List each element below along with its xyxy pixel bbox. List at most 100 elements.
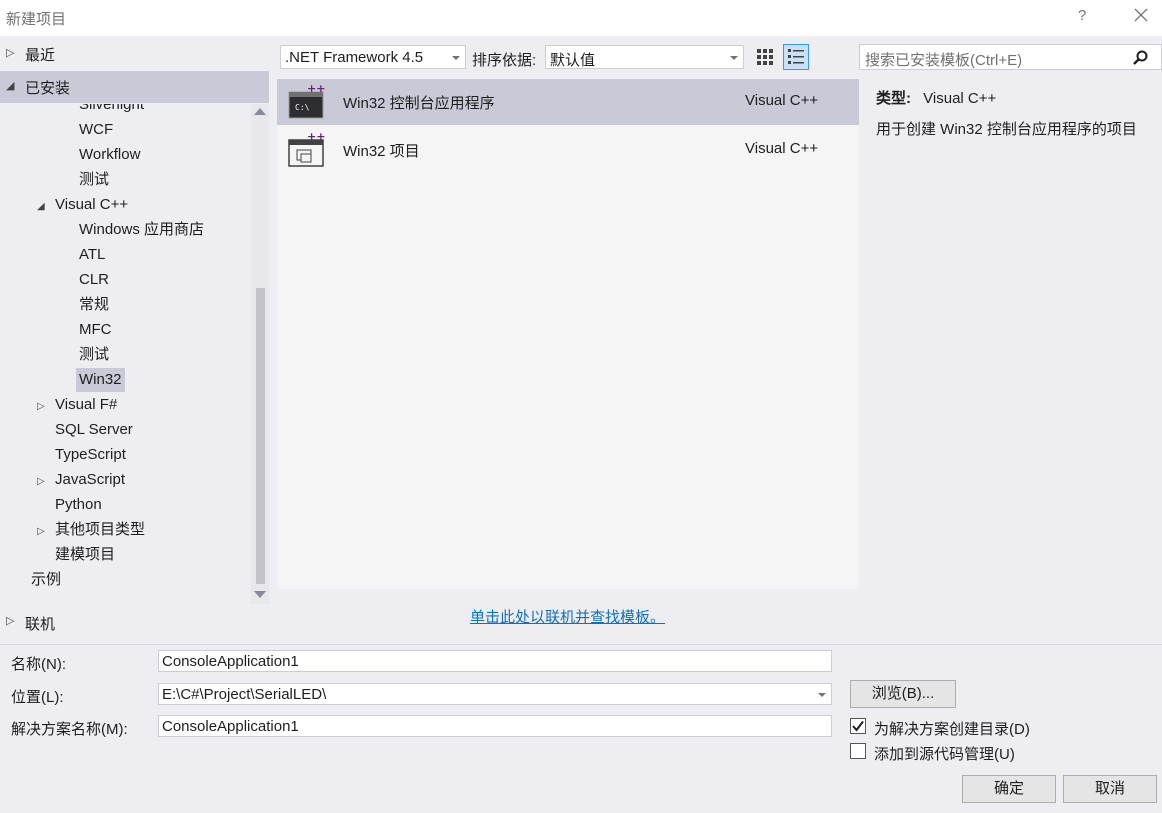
name-input[interactable]: ConsoleApplication1 bbox=[158, 650, 832, 672]
tree-item[interactable]: Windows 应用商店 bbox=[79, 218, 204, 242]
expand-arrow-icon[interactable]: ▷ bbox=[6, 614, 14, 627]
tree-item-label: 其他项目类型 bbox=[55, 521, 146, 538]
template-name: Win32 项目 bbox=[343, 143, 420, 160]
template-language: Visual C++ bbox=[745, 92, 819, 109]
create-directory-checkbox[interactable] bbox=[850, 718, 866, 734]
tree-item-label: JavaScript bbox=[55, 471, 126, 488]
source-control-label[interactable]: 添加到源代码管理(U) bbox=[874, 743, 1015, 764]
expand-arrow-icon[interactable]: ▷ bbox=[37, 470, 51, 494]
tree-item[interactable]: SQL Server bbox=[55, 418, 133, 442]
tree-item-label: TypeScript bbox=[55, 446, 126, 463]
title-bar: 新建项目 ? bbox=[0, 0, 1162, 36]
tree-item[interactable]: ATL bbox=[79, 243, 105, 267]
type-value: Visual C++ bbox=[923, 90, 997, 107]
installed-tree-panel: Silverlight WCF Workflow 测试 ◢ Visual C++ Windo… bbox=[0, 104, 269, 604]
template-language: Visual C++ bbox=[745, 140, 819, 157]
tree-item-label: SQL Server bbox=[55, 421, 133, 438]
tree-item[interactable]: 测试 bbox=[79, 168, 109, 192]
tree-item[interactable]: Workflow bbox=[79, 143, 140, 167]
expand-arrow-icon[interactable]: ▷ bbox=[6, 46, 14, 59]
location-label: 位置(L): bbox=[11, 689, 64, 706]
tree-item[interactable]: Win32 bbox=[76, 368, 125, 392]
solution-name-input[interactable]: ConsoleApplication1 bbox=[158, 715, 832, 737]
browse-button[interactable]: 浏览(B)... bbox=[850, 680, 956, 708]
expand-arrow-icon[interactable]: ▷ bbox=[37, 520, 51, 544]
tree-item[interactable]: 建模项目 bbox=[55, 543, 115, 567]
main-area: ▷ 最近 ◢ 已安装 Silverlight WCF Workflow 测试 ◢ Visu… bbox=[0, 36, 1162, 644]
scroll-down-icon[interactable] bbox=[254, 591, 266, 598]
win32-project-icon: ++ bbox=[288, 132, 325, 167]
tree-item-label: ATL bbox=[79, 246, 106, 263]
tree-item-label: Visual F# bbox=[55, 396, 118, 413]
small-icons-view-button[interactable] bbox=[752, 44, 778, 70]
tree-item[interactable]: ◢ Visual C++ bbox=[37, 193, 128, 217]
list-view-button[interactable] bbox=[783, 44, 809, 70]
source-control-checkbox[interactable] bbox=[850, 743, 866, 759]
tree-item-label: 测试 bbox=[79, 346, 110, 363]
tree-item-label: Windows 应用商店 bbox=[79, 221, 205, 238]
tree-item-label: Win32 bbox=[79, 371, 122, 388]
tree-item[interactable]: Silverlight bbox=[79, 104, 144, 117]
tree-item-label: MFC bbox=[79, 321, 112, 338]
svg-text:++: ++ bbox=[307, 84, 325, 95]
solution-name-label: 解决方案名称(M): bbox=[11, 721, 128, 738]
tree-item[interactable]: ▷ 其他项目类型 bbox=[37, 518, 145, 542]
tree-item-label: WCF bbox=[79, 121, 114, 138]
chevron-down-icon[interactable] bbox=[818, 693, 826, 697]
tree-item[interactable]: 测试 bbox=[79, 343, 109, 367]
tree-item-installed[interactable]: ◢ 已安装 bbox=[0, 71, 269, 103]
tree-item-label: 常规 bbox=[79, 296, 110, 313]
find-templates-online-link[interactable]: 单击此处以联机并查找模板。 bbox=[470, 606, 665, 627]
tree-item-online[interactable]: ▷ 联机 bbox=[0, 610, 269, 634]
tree-item-label: 示例 bbox=[31, 571, 62, 588]
tree-item[interactable]: 示例 bbox=[31, 568, 61, 592]
tree-item[interactable]: WCF bbox=[79, 118, 113, 142]
sort-label: 排序依据: bbox=[472, 52, 537, 69]
template-list: C:\ ++ Win32 控制台应用程序 Visual C++ ++ Win32… bbox=[277, 79, 859, 589]
tree-item[interactable]: TypeScript bbox=[55, 443, 126, 467]
tree-item[interactable]: CLR bbox=[79, 268, 109, 292]
collapse-arrow-icon[interactable]: ◢ bbox=[37, 195, 51, 219]
checkmark-icon bbox=[852, 720, 864, 732]
window-title: 新建项目 bbox=[6, 11, 67, 28]
tree-item-label: Silverlight bbox=[79, 104, 145, 113]
template-details: 类型: Visual C++ 用于创建 Win32 控制台应用程序的项目 bbox=[876, 87, 1156, 138]
chevron-down-icon bbox=[452, 56, 460, 60]
installed-tree: Silverlight WCF Workflow 测试 ◢ Visual C++ Windo… bbox=[0, 104, 250, 604]
search-templates-input[interactable]: 搜索已安装模板(Ctrl+E) bbox=[859, 44, 1162, 70]
tree-item[interactable]: 常规 bbox=[79, 293, 109, 317]
tree-scrollbar[interactable] bbox=[251, 104, 269, 604]
tree-item[interactable]: ▷ Visual F# bbox=[37, 393, 117, 417]
scroll-up-icon[interactable] bbox=[254, 108, 266, 115]
chevron-down-icon bbox=[730, 56, 738, 60]
svg-text:++: ++ bbox=[307, 132, 325, 143]
location-input[interactable]: E:\C#\Project\SerialLED\ bbox=[158, 683, 832, 705]
create-directory-label[interactable]: 为解决方案创建目录(D) bbox=[874, 718, 1030, 739]
tree-item-label: 建模项目 bbox=[55, 546, 116, 563]
ok-button[interactable]: 确定 bbox=[962, 775, 1056, 803]
list-view-icon bbox=[788, 49, 804, 64]
grid-view-icon bbox=[757, 49, 773, 65]
search-icon[interactable] bbox=[1132, 49, 1150, 67]
cancel-button[interactable]: 取消 bbox=[1063, 775, 1157, 803]
collapse-arrow-icon[interactable]: ◢ bbox=[6, 79, 14, 92]
tree-item-label: Python bbox=[55, 496, 102, 513]
project-form: 名称(N): ConsoleApplication1 位置(L): E:\C#\… bbox=[0, 644, 1162, 813]
tree-item-recent[interactable]: ▷ 最近 bbox=[0, 38, 269, 70]
svg-text:C:\: C:\ bbox=[295, 103, 310, 112]
sort-select[interactable]: 默认值 bbox=[545, 45, 744, 69]
scroll-thumb[interactable] bbox=[256, 288, 265, 584]
expand-arrow-icon[interactable]: ▷ bbox=[37, 395, 51, 419]
tree-item-label: 测试 bbox=[79, 171, 110, 188]
tree-item-label: Visual C++ bbox=[55, 196, 129, 213]
framework-select[interactable]: .NET Framework 4.5 bbox=[280, 45, 466, 69]
help-button[interactable]: ? bbox=[1078, 7, 1086, 24]
tree-item[interactable]: Python bbox=[55, 493, 102, 517]
template-row-win32-console[interactable]: C:\ ++ Win32 控制台应用程序 Visual C++ bbox=[277, 79, 859, 125]
close-icon[interactable] bbox=[1132, 6, 1150, 24]
tree-item[interactable]: ▷ JavaScript bbox=[37, 468, 125, 492]
template-row-win32-project[interactable]: ++ Win32 项目 Visual C++ bbox=[277, 127, 859, 173]
tree-item[interactable]: MFC bbox=[79, 318, 112, 342]
tree-item-label: Workflow bbox=[79, 146, 141, 163]
tree-item-label: CLR bbox=[79, 271, 110, 288]
